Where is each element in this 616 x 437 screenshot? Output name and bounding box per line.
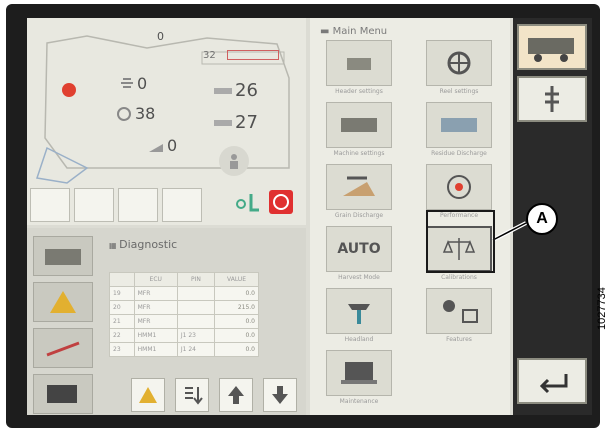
figure-id: 1027734 [596,287,608,330]
callout-label: A [526,203,558,235]
callout-leader-line [426,210,527,273]
